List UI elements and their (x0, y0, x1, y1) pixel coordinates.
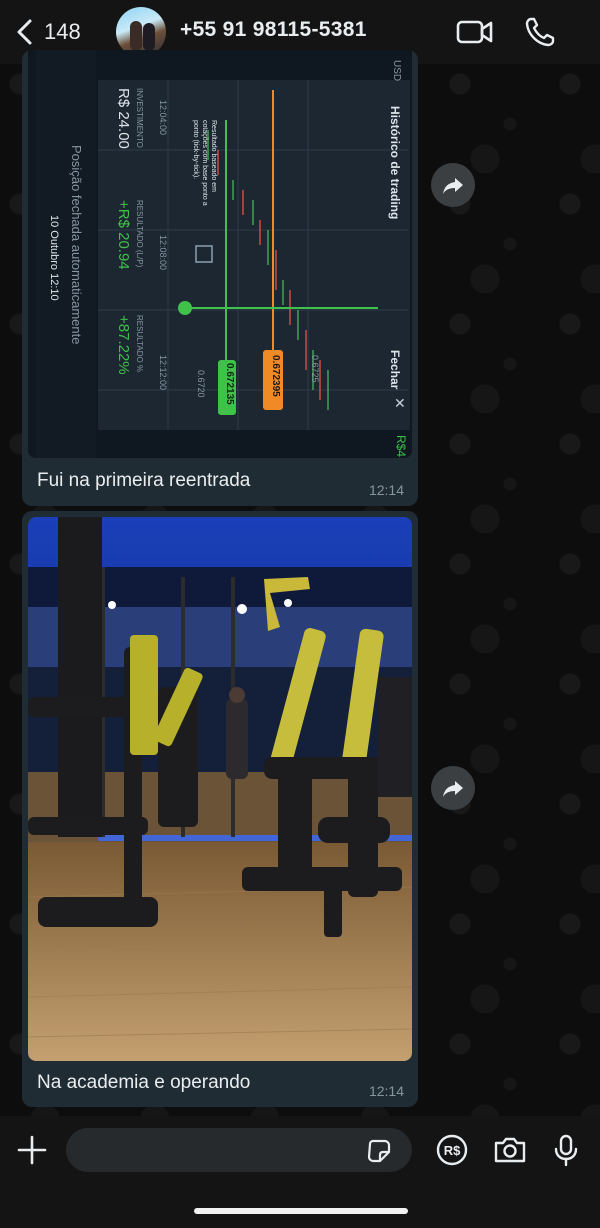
result-pct-value: +87.22% (115, 315, 132, 375)
home-indicator (194, 1208, 408, 1214)
closed-date: 10 Outubro 12:10 (48, 215, 60, 301)
voice-message-button[interactable] (548, 1132, 584, 1168)
trading-chart: ✕ (28, 50, 412, 458)
voice-call-button[interactable] (522, 14, 562, 50)
brl-payment-icon: R$ (436, 1134, 468, 1166)
position-closed-text: Posição fechada automaticamente (69, 145, 84, 345)
attach-button[interactable] (14, 1132, 50, 1168)
tick-note: Resultado baseado em cotações com base p… (192, 120, 217, 206)
gym-photo (28, 517, 412, 1061)
back-button[interactable]: 148 (14, 14, 81, 50)
message-bubble[interactable]: Na academia e operando 12:14 (22, 511, 418, 1107)
trading-right-value: R$4 (394, 435, 408, 458)
invest-value: R$ 24.00 (115, 88, 132, 149)
current-price-tag: 0.672395 (270, 355, 281, 397)
trading-screenshot-image[interactable]: ✕ Histórico de trading Fechar USD R$4 IN… (28, 50, 412, 458)
gym-photo-image[interactable] (28, 517, 412, 1061)
axis-tick-2: 0.6720 (196, 370, 206, 398)
unread-count: 148 (44, 19, 81, 44)
camera-icon (494, 1137, 526, 1163)
video-call-button[interactable] (455, 14, 495, 50)
forward-icon (443, 178, 463, 194)
payment-button[interactable]: R$ (434, 1132, 470, 1168)
svg-text:R$: R$ (444, 1143, 461, 1158)
sticker-icon (367, 1139, 391, 1163)
sticker-button[interactable] (366, 1138, 392, 1164)
svg-text:✕: ✕ (394, 395, 406, 411)
currency-label: USD (391, 60, 402, 82)
time-tick-3: 12:12:00 (158, 355, 168, 391)
invest-label: INVESTIMENTO (135, 88, 144, 148)
message-time: 12:14 (368, 1083, 404, 1099)
entry-price-tag: 0.672135 (224, 363, 235, 405)
video-camera-icon (456, 20, 493, 44)
camera-button[interactable] (492, 1132, 528, 1168)
chevron-left-icon (17, 19, 32, 45)
contact-name[interactable]: +55 91 98115-5381 (180, 18, 367, 42)
forward-button[interactable] (431, 163, 475, 207)
time-tick-2: 12:08:00 (158, 235, 168, 271)
result-label: RESULTADO (L/P) (135, 200, 144, 268)
microphone-icon (554, 1134, 578, 1167)
axis-tick-1: 0.6725 (310, 355, 320, 383)
forward-icon (443, 781, 463, 797)
message-bubble[interactable]: ✕ Histórico de trading Fechar USD R$4 IN… (22, 50, 418, 506)
trading-title: Histórico de trading (388, 106, 402, 220)
trading-close-label: Fechar (388, 350, 402, 390)
message-caption: Fui na primeira reentrada (37, 470, 251, 491)
time-tick-1: 12:04:00 (158, 100, 168, 136)
plus-icon (17, 1135, 47, 1165)
result-pct-label: RESULTADO % (135, 315, 144, 373)
message-time: 12:14 (368, 482, 404, 498)
composer-bar: R$ (0, 1116, 600, 1228)
result-value: +R$ 20.94 (115, 200, 132, 270)
phone-icon (525, 17, 555, 47)
message-caption: Na academia e operando (37, 1072, 251, 1093)
message-input[interactable] (66, 1128, 412, 1172)
forward-button[interactable] (431, 766, 475, 810)
